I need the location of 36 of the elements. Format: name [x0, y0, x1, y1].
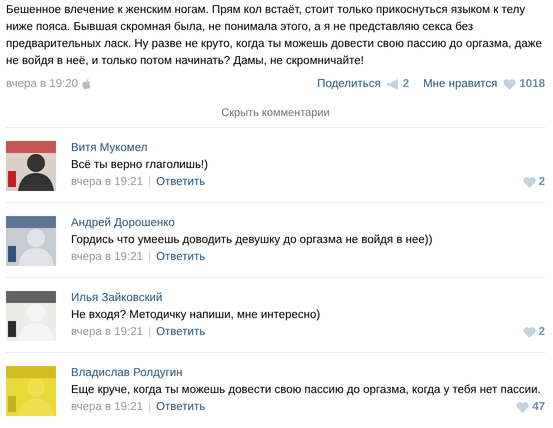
- heart-icon: [522, 176, 536, 188]
- separator: |: [148, 326, 152, 338]
- reply-link[interactable]: Ответить: [156, 176, 206, 188]
- post-time: вчера в 19:20: [6, 78, 78, 90]
- comment-author[interactable]: Илья Зайковский: [71, 292, 162, 304]
- separator: |: [148, 176, 152, 188]
- heart-icon: [503, 78, 516, 90]
- comment-time: вчера в 19:21: [71, 176, 144, 188]
- comment-author[interactable]: Витя Мукомел: [71, 142, 148, 154]
- comment-time: вчера в 19:21: [71, 401, 144, 413]
- share-link[interactable]: Поделиться: [317, 78, 381, 90]
- post-text: Бешенное влечение к женским ногам. Прям кол встаёт, стоит только прикоснуться языком к телу ниже пояса. Бывшая скромная была, не понимала этого, а я не представляю секса без предварительных ласк. Ну разве не круто, когда ты можешь довести свою пассию до оргазма, даже не войдя в неё, и только потом начинать? Дамы, не скромничайте!: [6, 3, 543, 69]
- comment-time: вчера в 19:21: [71, 251, 144, 263]
- comment-text: Еще круче, когда ты можешь довести свою пассию до оргазма, когда у тебя нет пассии.: [71, 384, 542, 396]
- reply-link[interactable]: Ответить: [156, 251, 206, 263]
- comment-text: Гордись что умеешь доводить девушку до оргазма не войдя в нее)): [71, 234, 434, 246]
- like-count: 1018: [519, 78, 545, 90]
- reply-link[interactable]: Ответить: [156, 326, 206, 338]
- comment-author[interactable]: Андрей Дорошенко: [71, 217, 175, 229]
- heart-icon: [516, 402, 530, 412]
- reply-link[interactable]: Ответить: [156, 401, 206, 413]
- apple-icon: [82, 78, 92, 90]
- like-link[interactable]: Мне нравится: [423, 78, 498, 90]
- hide-comments-link[interactable]: Скрыть комментарии: [6, 107, 545, 119]
- comment-time: вчера в 19:21: [71, 326, 144, 338]
- like-count: 2: [538, 176, 545, 188]
- comment-author[interactable]: Владислав Ролдугин: [71, 367, 183, 379]
- separator: |: [148, 401, 152, 413]
- comment-text: Всё ты верно глаголишь!): [71, 159, 209, 171]
- megaphone-icon: [386, 78, 400, 90]
- share-count: 2: [402, 78, 410, 90]
- separator: |: [148, 251, 152, 263]
- like-count: 2: [538, 326, 545, 338]
- heart-icon: [522, 326, 536, 338]
- comment-text: Не входя? Методичку напиши, мне интересно): [71, 309, 322, 321]
- like-count: 47: [532, 401, 545, 413]
